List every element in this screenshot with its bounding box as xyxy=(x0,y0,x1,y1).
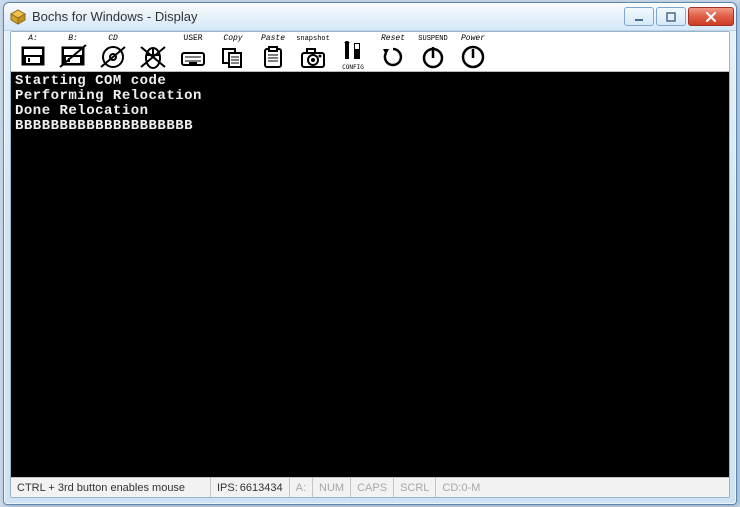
toolbar-label: Power xyxy=(461,35,485,43)
status-cdrom: CD:0-M xyxy=(436,478,486,497)
mouse-icon xyxy=(139,43,167,69)
terminal-display: Starting COM code Performing Relocation … xyxy=(11,72,729,477)
status-numlock: NUM xyxy=(313,478,351,497)
copy-icon xyxy=(219,43,247,69)
toolbar-label: CD xyxy=(108,35,118,43)
copy-button[interactable]: Copy xyxy=(213,34,253,71)
app-icon xyxy=(10,9,26,25)
close-button[interactable] xyxy=(688,7,734,26)
toolbar-label: SUSPEND xyxy=(418,35,447,43)
floppy-b-button[interactable]: B: xyxy=(53,34,93,71)
toolbar-label: A: xyxy=(28,35,38,43)
statusbar: CTRL + 3rd button enables mouse IPS: 661… xyxy=(11,477,729,497)
status-ips-label: IPS: xyxy=(211,478,240,497)
cd-icon xyxy=(99,43,127,69)
power-button[interactable]: Power xyxy=(453,34,493,71)
keyboard-icon xyxy=(179,43,207,69)
toolbar-label: B: xyxy=(68,35,78,43)
snapshot-button[interactable]: snapshot xyxy=(293,34,333,71)
floppy-icon xyxy=(59,43,87,69)
user-button[interactable]: USER xyxy=(173,34,213,71)
window-controls xyxy=(624,7,734,26)
cdrom-button[interactable]: CD xyxy=(93,34,133,71)
floppy-icon xyxy=(19,43,47,69)
paste-button[interactable]: Paste xyxy=(253,34,293,71)
reset-icon xyxy=(379,43,407,69)
mouse-capture-button[interactable] xyxy=(133,34,173,71)
titlebar: Bochs for Windows - Display xyxy=(4,3,736,31)
suspend-button[interactable]: SUSPEND xyxy=(413,34,453,71)
status-mouse-hint: CTRL + 3rd button enables mouse xyxy=(11,478,211,497)
toolbar-label: Reset xyxy=(381,35,405,43)
status-scrolllock: SCRL xyxy=(394,478,436,497)
maximize-button[interactable] xyxy=(656,7,686,26)
toolbar-label: snapshot xyxy=(296,35,330,43)
config-icon: CONFIG xyxy=(339,41,367,71)
power-icon xyxy=(459,43,487,69)
client-area: A: B: CD xyxy=(10,31,730,498)
paste-icon xyxy=(259,43,287,69)
toolbar-label: USER xyxy=(183,35,202,43)
window-title: Bochs for Windows - Display xyxy=(32,9,624,24)
status-ips-value: 6613434 xyxy=(240,478,290,497)
app-window: Bochs for Windows - Display A: B: xyxy=(3,2,737,505)
toolbar-label: Copy xyxy=(223,35,242,43)
toolbar: A: B: CD xyxy=(11,32,729,72)
floppy-a-button[interactable]: A: xyxy=(13,34,53,71)
svg-text:CONFIG: CONFIG xyxy=(342,64,364,71)
status-drive-a: A: xyxy=(290,478,313,497)
toolbar-label: Paste xyxy=(261,35,285,43)
camera-icon xyxy=(299,43,327,69)
minimize-button[interactable] xyxy=(624,7,654,26)
status-capslock: CAPS xyxy=(351,478,394,497)
config-button[interactable]: CONFIG xyxy=(333,34,373,71)
suspend-icon xyxy=(419,43,447,69)
reset-button[interactable]: Reset xyxy=(373,34,413,71)
